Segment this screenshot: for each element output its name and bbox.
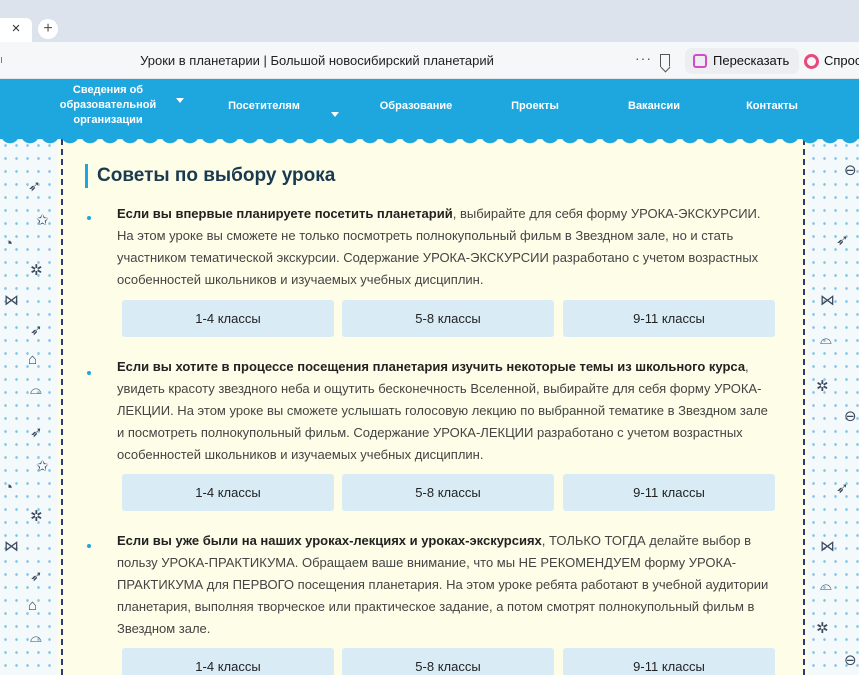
alice-icon bbox=[804, 54, 819, 69]
rocket-icon: ➶ bbox=[28, 178, 41, 195]
nav-item-info-line3: организации bbox=[73, 114, 143, 126]
star-icon: ✩ bbox=[36, 458, 49, 475]
grade-buttons-3: 1-4 классы 5-8 классы 9-11 классы bbox=[122, 648, 776, 675]
grade-button-5-8[interactable]: 5-8 классы bbox=[342, 648, 554, 675]
star-icon: ✩ bbox=[36, 212, 49, 229]
satellite-icon: ⋈ bbox=[4, 538, 19, 555]
retell-button[interactable]: Пересказать bbox=[685, 48, 800, 74]
site-nav: Сведения об образовательной организации … bbox=[0, 79, 859, 139]
advice-text-3: , ТОЛЬКО ТОГДА делайте выбор в пользу УР… bbox=[117, 533, 769, 636]
advice-bold-1: Если вы впервые планируете посетить план… bbox=[117, 206, 453, 221]
new-tab-icon[interactable]: + bbox=[38, 19, 58, 39]
ufo-icon: ⌓ bbox=[30, 629, 42, 646]
rocket-icon: ➶ bbox=[30, 424, 43, 441]
nav-item-projects[interactable]: Проекты bbox=[500, 99, 570, 114]
planet-icon: ◔ bbox=[4, 235, 14, 252]
rocket-icon: ➶ bbox=[30, 322, 43, 339]
star-icon: ✲ bbox=[816, 378, 829, 395]
grade-button-1-4[interactable]: 1-4 классы bbox=[122, 474, 334, 511]
planet-icon: ◔ bbox=[4, 479, 14, 496]
grade-buttons-1: 1-4 классы 5-8 классы 9-11 классы bbox=[122, 300, 776, 337]
planet-icon: ⊖ bbox=[844, 162, 857, 179]
advice-text-2: , увидеть красоту звездного неба и ощути… bbox=[117, 359, 768, 462]
nav-item-info-line1: Сведения об bbox=[72, 84, 144, 96]
advice-block-3: Если вы уже были на наших уроках-лекциях… bbox=[117, 530, 777, 640]
browser-toolbar: ı Уроки в планетарии | Большой новосибир… bbox=[0, 42, 859, 79]
retell-label: Пересказать bbox=[713, 53, 790, 68]
grade-button-9-11[interactable]: 9-11 классы bbox=[563, 648, 775, 675]
advice-block-1: Если вы впервые планируете посетить план… bbox=[117, 203, 777, 291]
chevron-down-icon[interactable] bbox=[176, 98, 184, 103]
nav-item-info[interactable]: Сведения об образовательной организации bbox=[52, 83, 164, 128]
ufo-icon: ⌓ bbox=[30, 381, 42, 398]
rocket-icon: ➶ bbox=[836, 232, 849, 249]
star-icon: ✲ bbox=[30, 508, 43, 525]
bullet-marker bbox=[87, 544, 91, 548]
grade-buttons-2: 1-4 классы 5-8 классы 9-11 классы bbox=[122, 474, 776, 511]
close-tab-icon[interactable]: × bbox=[4, 18, 28, 40]
ufo-icon: ⌓ bbox=[820, 577, 832, 594]
ufo-icon: ⌓ bbox=[820, 331, 832, 348]
browser-tabstrip: × + bbox=[0, 0, 859, 42]
planet-icon: ⊖ bbox=[844, 408, 857, 425]
advice-bold-3: Если вы уже были на наших уроках-лекциях… bbox=[117, 533, 542, 548]
advice-block-2: Если вы хотите в процессе посещения план… bbox=[117, 356, 777, 466]
bullet-marker bbox=[87, 216, 91, 220]
content-border-left bbox=[61, 139, 63, 675]
star-icon: ✲ bbox=[816, 620, 829, 637]
grade-button-1-4[interactable]: 1-4 классы bbox=[122, 300, 334, 337]
ask-button[interactable]: Спрос bbox=[798, 48, 859, 74]
ask-label: Спрос bbox=[824, 53, 859, 68]
grade-button-1-4[interactable]: 1-4 классы bbox=[122, 648, 334, 675]
advice-bold-2: Если вы хотите в процессе посещения план… bbox=[117, 359, 746, 374]
right-decoration-panel: ⊖ ➶ ⋈ ⌓ ✲ ⊖ ➶ ⋈ ⌓ ✲ ⊖ bbox=[808, 139, 859, 675]
grade-button-9-11[interactable]: 9-11 классы bbox=[563, 474, 775, 511]
grade-button-5-8[interactable]: 5-8 классы bbox=[342, 300, 554, 337]
star-icon: ✲ bbox=[30, 262, 43, 279]
nav-item-contacts[interactable]: Контакты bbox=[736, 99, 808, 114]
satellite-icon: ⋈ bbox=[820, 538, 835, 555]
retell-icon bbox=[693, 54, 707, 68]
ufo-icon: ⌂ bbox=[28, 351, 38, 368]
ufo-icon: ⌂ bbox=[28, 597, 38, 614]
more-icon[interactable]: ··· bbox=[635, 50, 652, 66]
rocket-icon: ➶ bbox=[836, 480, 849, 497]
section-heading: Советы по выбору урока bbox=[85, 164, 335, 188]
bullet-marker bbox=[87, 371, 91, 375]
left-decoration-panel: ➶ ✩ ◔ ✲ ⋈ ➶ ⌂ ⌓ ➶ ✩ ◔ ✲ ⋈ ➶ ⌂ ⌓ bbox=[0, 139, 58, 675]
chevron-down-icon[interactable] bbox=[331, 112, 339, 117]
page-title: Уроки в планетарии | Большой новосибирск… bbox=[140, 53, 494, 68]
grade-button-5-8[interactable]: 5-8 классы bbox=[342, 474, 554, 511]
rocket-icon: ➶ bbox=[30, 568, 43, 585]
planet-icon: ⊖ bbox=[844, 652, 857, 669]
nav-item-vacancies[interactable]: Вакансии bbox=[618, 99, 690, 114]
nav-item-education[interactable]: Образование bbox=[371, 99, 461, 114]
satellite-icon: ⋈ bbox=[4, 292, 19, 309]
satellite-icon: ⋈ bbox=[820, 292, 835, 309]
nav-item-info-line2: образовательной bbox=[59, 99, 157, 111]
nav-item-visitors[interactable]: Посетителям bbox=[214, 99, 314, 114]
nav-scallop-edge bbox=[0, 134, 859, 150]
bookmark-icon[interactable] bbox=[660, 54, 670, 67]
content-border-right bbox=[803, 139, 805, 675]
grade-button-9-11[interactable]: 9-11 классы bbox=[563, 300, 775, 337]
